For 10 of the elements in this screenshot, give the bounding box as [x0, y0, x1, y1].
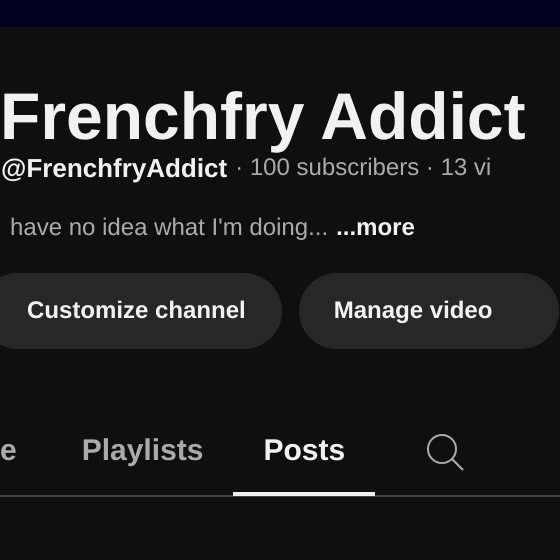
channel-tab[interactable]: Posts [233, 410, 376, 496]
channel-stats: · 100 subscribers · 13 vi [235, 153, 492, 183]
search-icon[interactable] [425, 432, 466, 472]
channel-action-button[interactable]: Customize channel [0, 273, 282, 349]
channel-tab[interactable]: Playlists [52, 410, 234, 496]
channel-handle: @FrenchfryAddict [1, 153, 228, 183]
channel-tab[interactable]: e [0, 410, 52, 496]
channel-action-button[interactable]: Manage video [298, 273, 559, 349]
channel-description: have no idea what I'm doing... [10, 213, 328, 243]
more-link[interactable]: ...more [336, 213, 415, 243]
